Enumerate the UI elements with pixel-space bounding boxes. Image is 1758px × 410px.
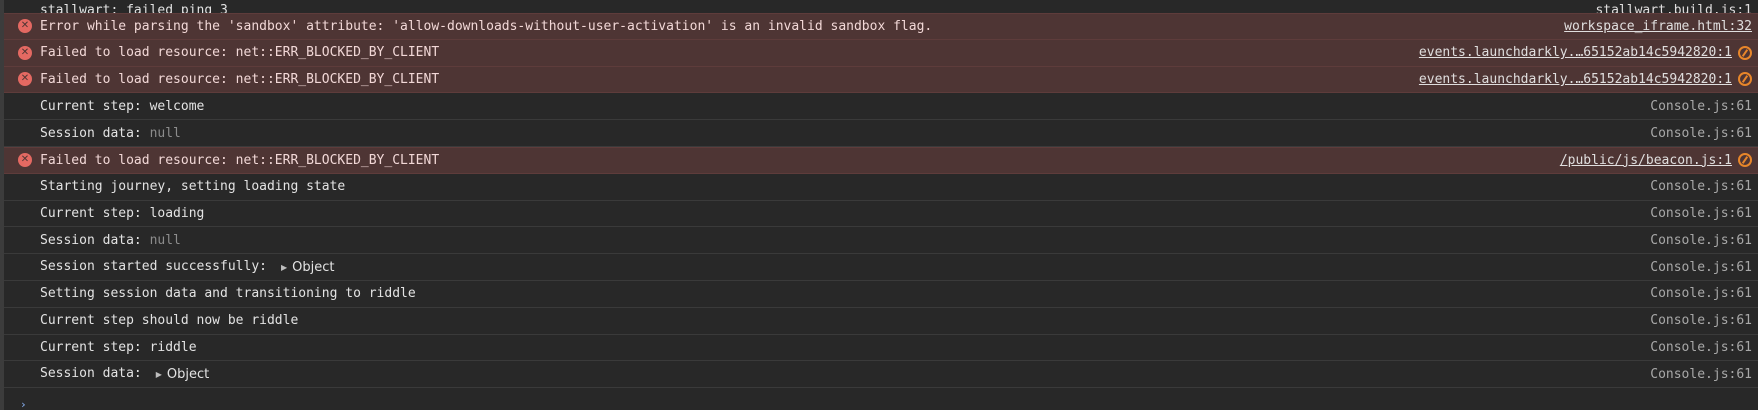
console-log-row: Session data: ▶ Object Console.js:61 bbox=[4, 361, 1758, 389]
source-link[interactable]: events.launchdarkly.…65152ab14c5942820:1 bbox=[1419, 72, 1732, 87]
console-log-row: Session started successfully: ▶ Object Con… bbox=[4, 254, 1758, 281]
console-message-partial: stallwart: failed ping 3 stallwart.build… bbox=[4, 0, 1758, 13]
object-label[interactable]: Object bbox=[292, 260, 334, 275]
source-link[interactable]: Console.js:61 bbox=[1650, 340, 1752, 355]
console-log-row: Session data: null Console.js:61 bbox=[4, 120, 1758, 147]
message-text: Current step: loading bbox=[40, 205, 205, 221]
object-expander[interactable]: ▶ Object bbox=[156, 367, 210, 382]
source-link[interactable]: stallwart.build.js:1 bbox=[1595, 3, 1752, 13]
error-icon: ✕ bbox=[18, 45, 32, 60]
console-log-row: Session data: null Console.js:61 bbox=[4, 227, 1758, 255]
source-link[interactable]: Console.js:61 bbox=[1650, 126, 1752, 141]
devtools-console: stallwart: failed ping 3 stallwart.build… bbox=[0, 0, 1758, 410]
message-label: Session data: bbox=[40, 232, 142, 248]
source-link[interactable]: /public/js/beacon.js:1 bbox=[1560, 153, 1732, 168]
null-value: null bbox=[149, 125, 181, 141]
expand-triangle-icon[interactable]: ▶ bbox=[281, 263, 287, 272]
console-log-row: Setting session data and transitioning t… bbox=[4, 281, 1758, 308]
source-link[interactable]: Console.js:61 bbox=[1650, 179, 1752, 194]
message-label: Session started successfully: bbox=[40, 259, 267, 275]
console-prompt-icon[interactable]: › bbox=[20, 398, 27, 410]
message-text: Failed to load resource: net::ERR_BLOCKE… bbox=[40, 152, 440, 168]
console-error-row: ✕ Failed to load resource: net::ERR_BLOC… bbox=[4, 146, 1758, 174]
error-icon: ✕ bbox=[18, 153, 32, 168]
message-text: Current step: welcome bbox=[40, 98, 205, 114]
source-link[interactable]: workspace_iframe.html:32 bbox=[1564, 19, 1752, 34]
console-error-row: ✕ Error while parsing the 'sandbox' attr… bbox=[4, 13, 1758, 40]
message-text: Current step: riddle bbox=[40, 339, 197, 355]
console-log-row: Current step: welcome Console.js:61 bbox=[4, 93, 1758, 121]
message-text: Session data: null bbox=[40, 126, 1630, 141]
message-text: Error while parsing the 'sandbox' attrib… bbox=[40, 18, 933, 34]
message-label: Session data: bbox=[40, 125, 142, 141]
message-text: Session started successfully: ▶ Object bbox=[40, 259, 1630, 275]
network-request-icon[interactable] bbox=[1738, 72, 1752, 87]
message-text: Current step should now be riddle bbox=[40, 313, 299, 329]
network-request-icon[interactable] bbox=[1738, 45, 1752, 60]
error-icon: ✕ bbox=[18, 19, 32, 34]
expand-triangle-icon[interactable]: ▶ bbox=[156, 370, 162, 379]
message-text: Setting session data and transitioning t… bbox=[40, 286, 416, 302]
source-link[interactable]: Console.js:61 bbox=[1650, 367, 1752, 382]
source-link[interactable]: Console.js:61 bbox=[1650, 233, 1752, 248]
console-log-row: Current step: riddle Console.js:61 bbox=[4, 335, 1758, 362]
error-icon: ✕ bbox=[18, 72, 32, 87]
null-value: null bbox=[149, 232, 181, 248]
object-expander[interactable]: ▶ Object bbox=[281, 260, 335, 275]
source-link[interactable]: Console.js:61 bbox=[1650, 286, 1752, 301]
message-text: Session data: ▶ Object bbox=[40, 366, 1630, 382]
source-link[interactable]: Console.js:61 bbox=[1650, 313, 1752, 328]
message-text: stallwart: failed ping 3 bbox=[40, 3, 228, 13]
message-text: Session data: null bbox=[40, 233, 1630, 248]
console-error-row: ✕ Failed to load resource: net::ERR_BLOC… bbox=[4, 66, 1758, 94]
message-label: Session data: bbox=[40, 366, 142, 382]
source-link[interactable]: Console.js:61 bbox=[1650, 99, 1752, 114]
object-label[interactable]: Object bbox=[167, 367, 209, 382]
source-link[interactable]: Console.js:61 bbox=[1650, 206, 1752, 221]
message-text: Failed to load resource: net::ERR_BLOCKE… bbox=[40, 71, 440, 87]
source-link[interactable]: events.launchdarkly.…65152ab14c5942820:1 bbox=[1419, 45, 1732, 60]
console-error-row: ✕ Failed to load resource: net::ERR_BLOC… bbox=[4, 39, 1758, 67]
console-log-row: Starting journey, setting loading state … bbox=[4, 174, 1758, 201]
network-request-icon[interactable] bbox=[1738, 153, 1752, 168]
source-link[interactable]: Console.js:61 bbox=[1650, 260, 1752, 275]
message-text: Starting journey, setting loading state bbox=[40, 179, 346, 195]
console-log-row: Current step should now be riddle Consol… bbox=[4, 308, 1758, 335]
message-text: Failed to load resource: net::ERR_BLOCKE… bbox=[40, 45, 440, 61]
console-log-row: Current step: loading Console.js:61 bbox=[4, 201, 1758, 228]
